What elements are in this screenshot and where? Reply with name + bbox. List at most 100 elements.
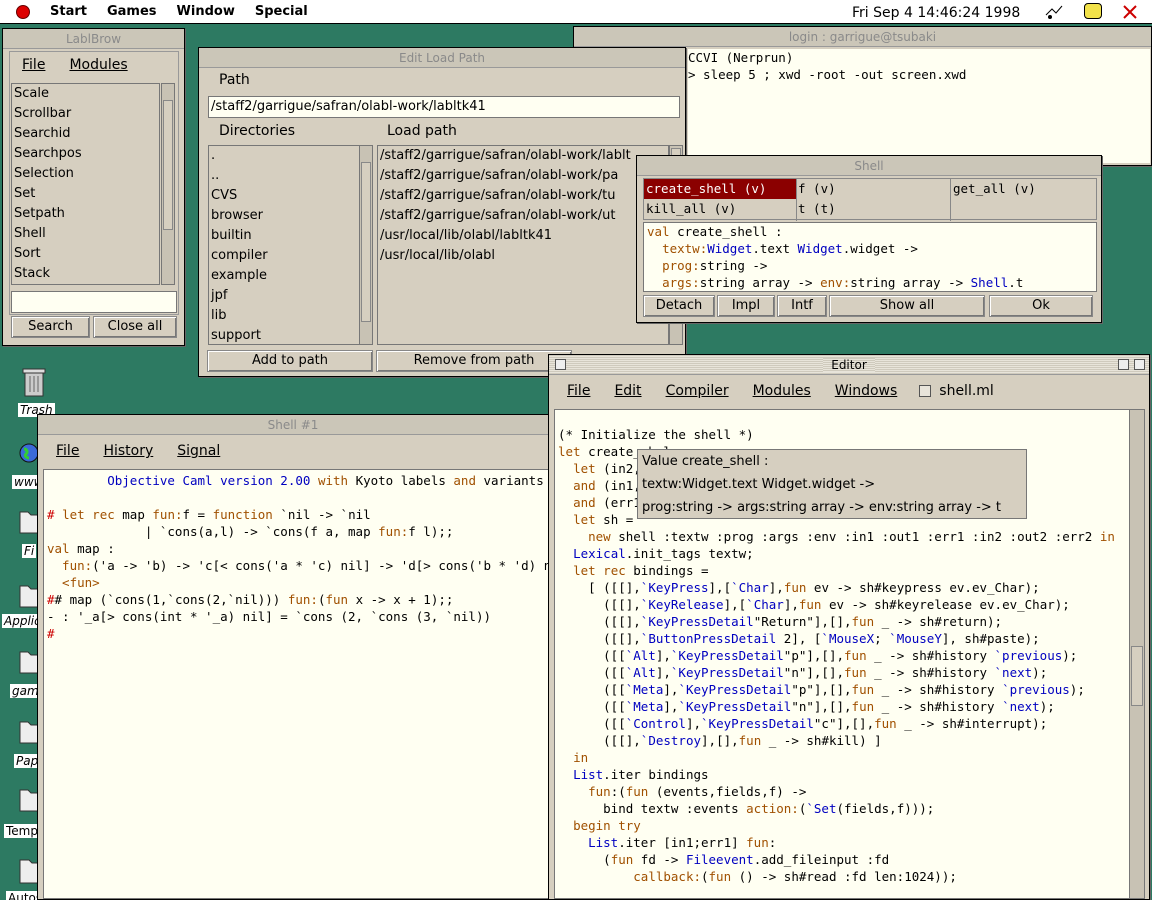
list-item[interactable]: Shell: [12, 224, 159, 244]
menu-file[interactable]: File: [44, 443, 91, 459]
list-item[interactable]: jpf: [209, 286, 359, 306]
list-item[interactable]: CVS: [209, 186, 359, 206]
edit-load-path-title[interactable]: Edit Load Path: [199, 48, 685, 68]
code-line: bind textw :events action:(`Set(fields,f…: [558, 801, 935, 816]
login-title[interactable]: login : garrigue@tsubaki: [574, 27, 1151, 47]
menu-file[interactable]: File: [10, 57, 57, 73]
list-item[interactable]: Stack: [12, 264, 159, 284]
detach-button[interactable]: Detach: [643, 295, 715, 317]
directory-scrollbar[interactable]: [359, 145, 373, 345]
list-item[interactable]: /usr/local/lib/olabl: [378, 246, 668, 266]
close-all-button[interactable]: Close all: [93, 316, 177, 338]
list-item[interactable]: Set: [12, 184, 159, 204]
impl-button[interactable]: Impl: [717, 295, 775, 317]
list-item[interactable]: compiler: [209, 246, 359, 266]
module-list[interactable]: Scale Scrollbar Searchid Searchpos Selec…: [11, 83, 160, 285]
menu-history[interactable]: History: [91, 443, 165, 459]
code-line: let rec bindings =: [573, 563, 709, 578]
search-button[interactable]: Search: [11, 316, 90, 338]
code-line: ([[`Alt],`KeyPressDetail"p"],[],fun _ ->…: [558, 648, 1078, 663]
show-all-button[interactable]: Show all: [829, 295, 985, 317]
ok-button[interactable]: Ok: [989, 295, 1093, 317]
list-item[interactable]: f (v): [796, 179, 836, 199]
code-line: ([[],`KeyPressDetail"Return"],[],fun _ -…: [558, 614, 1003, 629]
list-item[interactable]: Scale: [12, 84, 159, 104]
apple-menu-icon[interactable]: [16, 4, 30, 19]
menu-windows[interactable]: Windows: [823, 383, 910, 399]
list-item[interactable]: example: [209, 266, 359, 286]
menu-modules[interactable]: Modules: [57, 57, 139, 73]
network-icon[interactable]: [1044, 3, 1064, 21]
menu-file[interactable]: File: [555, 383, 602, 399]
lablbrow-title[interactable]: LablBrow: [3, 29, 184, 49]
menu-start[interactable]: Start: [40, 4, 97, 19]
path-field[interactable]: /staff2/garrigue/safran/olabl-work/lablt…: [208, 96, 680, 118]
terminal-output[interactable]: CCVI (Nerprun) > sleep 5 ; xwd -root -out…: [688, 49, 1150, 163]
lablbrow-menubar: File Modules: [10, 52, 178, 78]
list-item-selected[interactable]: create_shell (v): [644, 179, 796, 199]
shell1-title[interactable]: Shell #1: [38, 415, 548, 435]
list-item[interactable]: Scrollbar: [12, 104, 159, 124]
code-line: ([[`Meta],`KeyPressDetail"p"],[],fun _ -…: [558, 682, 1085, 697]
list-item[interactable]: /staff2/garrigue/safran/olabl-work/tu: [378, 186, 668, 206]
remove-from-path-button[interactable]: Remove from path: [376, 350, 572, 372]
list-item[interactable]: Searchid: [12, 124, 159, 144]
shell1-output[interactable]: Objective Caml version 2.00 with Kyoto l…: [43, 469, 549, 899]
list-item[interactable]: Setpath: [12, 204, 159, 224]
list-item[interactable]: lib: [209, 306, 359, 326]
close-box-icon[interactable]: [555, 359, 566, 370]
code-line: (fun fd -> Fileevent.add_fileinput :fd: [558, 852, 890, 867]
menu-special[interactable]: Special: [245, 4, 318, 19]
list-item[interactable]: support: [209, 326, 359, 344]
value-list[interactable]: create_shell (v) f (v) get_all (v) kill_…: [643, 178, 1097, 221]
intf-button[interactable]: Intf: [777, 295, 827, 317]
editor-scrollbar[interactable]: [1129, 409, 1145, 899]
menu-modules[interactable]: Modules: [741, 383, 823, 399]
list-item[interactable]: Sort: [12, 244, 159, 264]
menu-signal[interactable]: Signal: [165, 443, 232, 459]
code-line: callback:(fun () -> sh#read :fd len:1024…: [633, 869, 957, 884]
list-item[interactable]: /staff2/garrigue/safran/olabl-work/ut: [378, 206, 668, 226]
prompt-line: # let rec map fun:f = function `nil -> `…: [47, 507, 371, 522]
list-item[interactable]: t (t): [796, 199, 836, 219]
prompt-line: | `cons(a,l) -> `cons(f a, map fun:f l);…: [47, 524, 454, 539]
desktop-label-files: Fi: [22, 544, 37, 558]
signature-view[interactable]: val create_shell : textw:Widget.text Wid…: [643, 222, 1097, 292]
list-item[interactable]: ..: [209, 166, 359, 186]
editor-title[interactable]: Editor: [549, 355, 1149, 375]
menu-compiler[interactable]: Compiler: [654, 383, 741, 399]
prompt-line: ## map (`cons(1,`cons(2,`nil))) fun:(fun…: [47, 592, 454, 607]
shell-browser-title[interactable]: Shell: [637, 156, 1101, 176]
collapse-box-icon[interactable]: [1134, 359, 1145, 370]
code-line: ([[],`ButtonPressDetail 2], [`MouseX; `M…: [558, 631, 1040, 646]
menu-window[interactable]: Window: [167, 4, 245, 19]
list-item[interactable]: /staff2/garrigue/safran/olabl-work/pa: [378, 166, 668, 186]
load-path-list[interactable]: /staff2/garrigue/safran/olabl-work/lablt…: [377, 145, 669, 345]
add-to-path-button[interactable]: Add to path: [207, 350, 373, 372]
trash-icon[interactable]: [20, 366, 48, 402]
close-icon[interactable]: [1120, 3, 1140, 21]
filename-label: shell.ml: [939, 383, 994, 399]
list-item[interactable]: .: [209, 146, 359, 166]
menu-edit[interactable]: Edit: [602, 383, 653, 399]
module-list-scrollbar[interactable]: [161, 83, 175, 285]
list-item[interactable]: /usr/local/lib/olabl/labltk41: [378, 226, 668, 246]
list-item[interactable]: kill_all (v): [644, 199, 736, 219]
code-line: begin try: [573, 818, 641, 833]
search-input[interactable]: [11, 291, 177, 313]
code-line: List.iter [in1;err1] fun:: [588, 835, 777, 850]
list-item[interactable]: Selection: [12, 164, 159, 184]
output-line: fun:('a -> 'b) -> 'c[< cons('a * 'c) nil…: [47, 558, 548, 573]
code-line: [ ([[],`KeyPress],[`Char],fun ev -> sh#k…: [558, 580, 1040, 595]
menu-games[interactable]: Games: [97, 4, 167, 19]
list-item[interactable]: builtin: [209, 226, 359, 246]
list-item[interactable]: get_all (v): [950, 179, 1036, 221]
list-item[interactable]: Searchpos: [12, 144, 159, 164]
zoom-box-icon[interactable]: [1118, 359, 1129, 370]
list-item[interactable]: browser: [209, 206, 359, 226]
modified-checkbox[interactable]: [919, 385, 932, 397]
directory-list[interactable]: . .. CVS browser builtin compiler exampl…: [208, 145, 360, 345]
editor-window: Editor File Edit Compiler Modules Window…: [548, 354, 1150, 900]
list-item[interactable]: /staff2/garrigue/safran/olabl-work/lablt: [378, 146, 668, 166]
notes-icon[interactable]: [1084, 3, 1102, 19]
